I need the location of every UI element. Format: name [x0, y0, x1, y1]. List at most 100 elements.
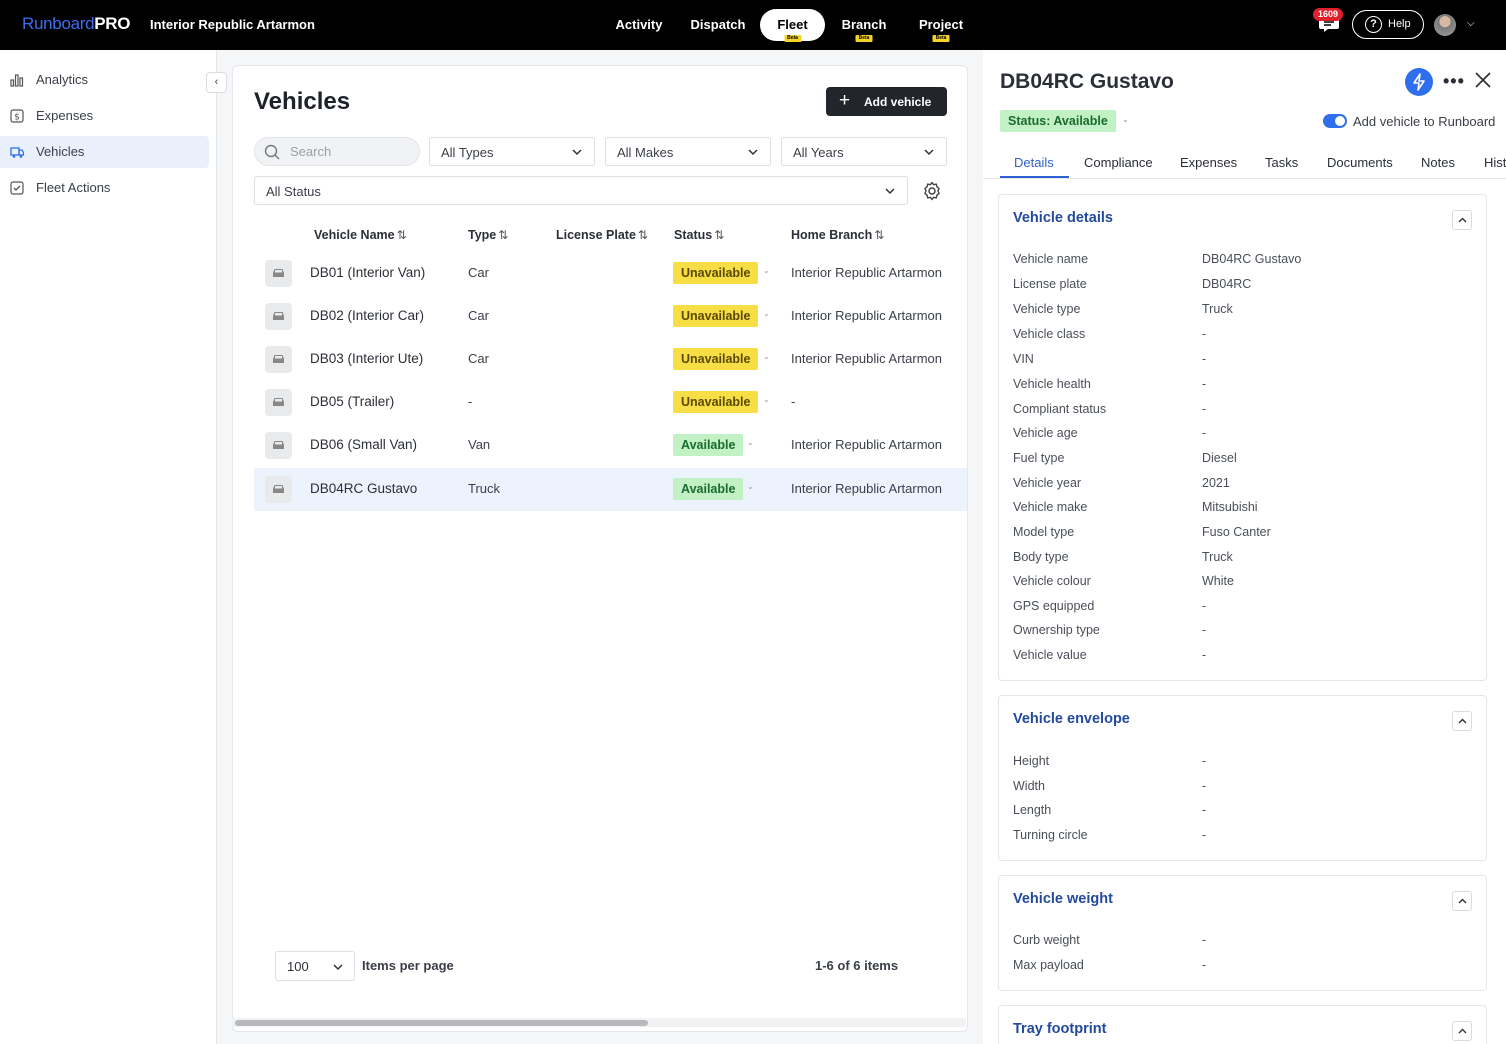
sidebar-item-fleet-actions[interactable]: Fleet Actions	[0, 172, 209, 204]
sidebar-item-vehicles[interactable]: Vehicles	[0, 136, 209, 168]
chevron-down-icon[interactable]: ⌵	[1467, 18, 1475, 29]
nav-activity[interactable]: Activity	[603, 9, 675, 41]
table-row[interactable]: DB06 (Small Van) Van Available ⌄ Interio…	[254, 424, 967, 467]
tab-details[interactable]: Details	[1014, 155, 1054, 170]
column-header-type[interactable]: Type ⇅	[468, 228, 508, 242]
table-row-selected[interactable]: DB04RC Gustavo Truck Available ⌄ Interio…	[254, 468, 967, 511]
tab-compliance[interactable]: Compliance	[1084, 155, 1153, 170]
field-value: -	[1202, 377, 1207, 391]
tab-tasks[interactable]: Tasks	[1265, 155, 1298, 170]
avatar[interactable]	[1434, 14, 1456, 36]
column-header-license-plate[interactable]: License Plate ⇅	[556, 228, 648, 242]
chevron-down-icon[interactable]: ⌄	[747, 482, 754, 491]
section-title: Vehicle envelope	[1013, 711, 1130, 727]
collapse-section-button[interactable]	[1452, 711, 1472, 731]
table-row[interactable]: DB01 (Interior Van) Car Unavailable ⌄ In…	[254, 252, 967, 295]
nav-fleet[interactable]: Fleet Beta	[760, 9, 825, 42]
column-header-home-branch[interactable]: Home Branch ⇅	[791, 228, 884, 242]
vehicle-name: DB05 (Trailer)	[310, 394, 395, 409]
help-button[interactable]: ? Help	[1352, 10, 1424, 39]
sort-icon: ⇅	[498, 228, 509, 242]
beta-badge: Beta	[855, 35, 873, 42]
nav-label: Project	[918, 17, 964, 32]
year-filter-dropdown[interactable]: All Years	[781, 137, 947, 166]
make-filter-dropdown[interactable]: All Makes	[605, 137, 771, 166]
field-value: -	[1202, 648, 1207, 662]
active-tab-indicator	[1000, 176, 1069, 178]
dropdown-value: All Types	[441, 145, 494, 160]
chevron-down-icon[interactable]: ⌄	[763, 266, 770, 275]
field-row: Height -	[1013, 754, 1206, 768]
table-row[interactable]: DB02 (Interior Car) Car Unavailable ⌄ In…	[254, 295, 967, 338]
field-row: License plate DB04RC	[1013, 277, 1251, 291]
field-row: Vehicle name DB04RC Gustavo	[1013, 252, 1301, 266]
collapse-sidebar-button[interactable]: ‹	[206, 72, 227, 93]
runboard-logo[interactable]: RunboardPRO	[22, 14, 131, 34]
tab-history[interactable]: Hist	[1484, 155, 1506, 170]
help-label: Help	[1388, 18, 1411, 30]
field-value: -	[1202, 828, 1207, 842]
chevron-down-icon[interactable]: ⌄	[763, 352, 770, 361]
status-badge[interactable]: Unavailable	[673, 391, 759, 413]
status-badge[interactable]: Available	[673, 434, 744, 456]
collapse-section-button[interactable]	[1452, 1021, 1472, 1041]
field-label: Length	[1013, 803, 1052, 817]
nav-dispatch[interactable]: Dispatch	[680, 9, 756, 41]
header-label: License Plate	[556, 228, 636, 242]
column-header-status[interactable]: Status ⇅	[674, 228, 724, 242]
field-label: Ownership type	[1013, 623, 1100, 637]
add-to-runboard-toggle[interactable]	[1323, 114, 1347, 128]
tab-notes[interactable]: Notes	[1421, 155, 1455, 170]
field-row: Vehicle type Truck	[1013, 302, 1233, 316]
chevron-down-icon[interactable]: ⌄	[1122, 115, 1129, 124]
nav-branch[interactable]: Branch Beta	[829, 9, 899, 42]
nav-project[interactable]: Project Beta	[905, 9, 977, 42]
status-badge[interactable]: Unavailable	[673, 262, 759, 284]
search-input[interactable]	[290, 144, 410, 159]
table-row[interactable]: DB03 (Interior Ute) Car Unavailable ⌄ In…	[254, 338, 967, 381]
scrollbar-thumb[interactable]	[235, 1020, 648, 1026]
field-value: -	[1202, 933, 1207, 947]
chevron-down-icon[interactable]: ⌄	[763, 309, 770, 318]
field-label: Vehicle class	[1013, 327, 1086, 341]
close-icon[interactable]	[1474, 71, 1492, 89]
bar-chart-icon	[10, 74, 24, 87]
more-options-icon[interactable]: •••	[1443, 71, 1465, 92]
type-filter-dropdown[interactable]: All Types	[429, 137, 595, 166]
table-row[interactable]: DB05 (Trailer) - Unavailable ⌄ -	[254, 381, 967, 424]
chevron-down-icon	[333, 964, 343, 971]
items-per-page-dropdown[interactable]: 100	[275, 951, 355, 981]
gear-icon[interactable]	[922, 181, 942, 201]
field-value: -	[1202, 426, 1207, 440]
add-vehicle-button[interactable]: + Add vehicle	[826, 87, 947, 116]
collapse-section-button[interactable]	[1452, 891, 1472, 911]
collapse-section-button[interactable]	[1452, 210, 1472, 230]
tab-expenses[interactable]: Expenses	[1180, 155, 1237, 170]
field-value: 2021	[1202, 476, 1230, 490]
field-row: Ownership type -	[1013, 623, 1206, 637]
tab-documents[interactable]: Documents	[1327, 155, 1393, 170]
sidebar-item-analytics[interactable]: Analytics	[0, 64, 209, 96]
detail-tabs: Details Compliance Expenses Tasks Docume…	[983, 144, 1506, 179]
field-label: Body type	[1013, 550, 1069, 564]
nav-label: Dispatch	[690, 17, 746, 32]
dropdown-value: All Makes	[617, 145, 674, 160]
status-badge[interactable]: Unavailable	[673, 348, 759, 370]
sidebar-item-expenses[interactable]: $ Expenses	[0, 100, 209, 132]
pagination-range: 1-6 of 6 items	[815, 958, 899, 973]
chevron-down-icon[interactable]: ⌄	[763, 395, 770, 404]
chevron-down-icon[interactable]: ⌄	[747, 438, 754, 447]
status-badge[interactable]: Unavailable	[673, 305, 759, 327]
field-label: Height	[1013, 754, 1050, 768]
vehicle-type: Truck	[468, 481, 501, 496]
field-row: Vehicle colour White	[1013, 574, 1234, 588]
column-header-vehicle-name[interactable]: Vehicle Name ⇅	[314, 228, 407, 242]
lightning-icon[interactable]	[1405, 68, 1433, 96]
status-badge[interactable]: Status: Available	[1000, 110, 1116, 132]
org-name: Interior Republic Artarmon	[150, 17, 315, 32]
field-label: Vehicle make	[1013, 500, 1088, 514]
vehicle-name: DB04RC Gustavo	[310, 481, 418, 496]
status-filter-dropdown[interactable]: All Status	[254, 176, 908, 205]
page-title: Vehicles	[254, 88, 351, 115]
status-badge[interactable]: Available	[673, 478, 744, 500]
